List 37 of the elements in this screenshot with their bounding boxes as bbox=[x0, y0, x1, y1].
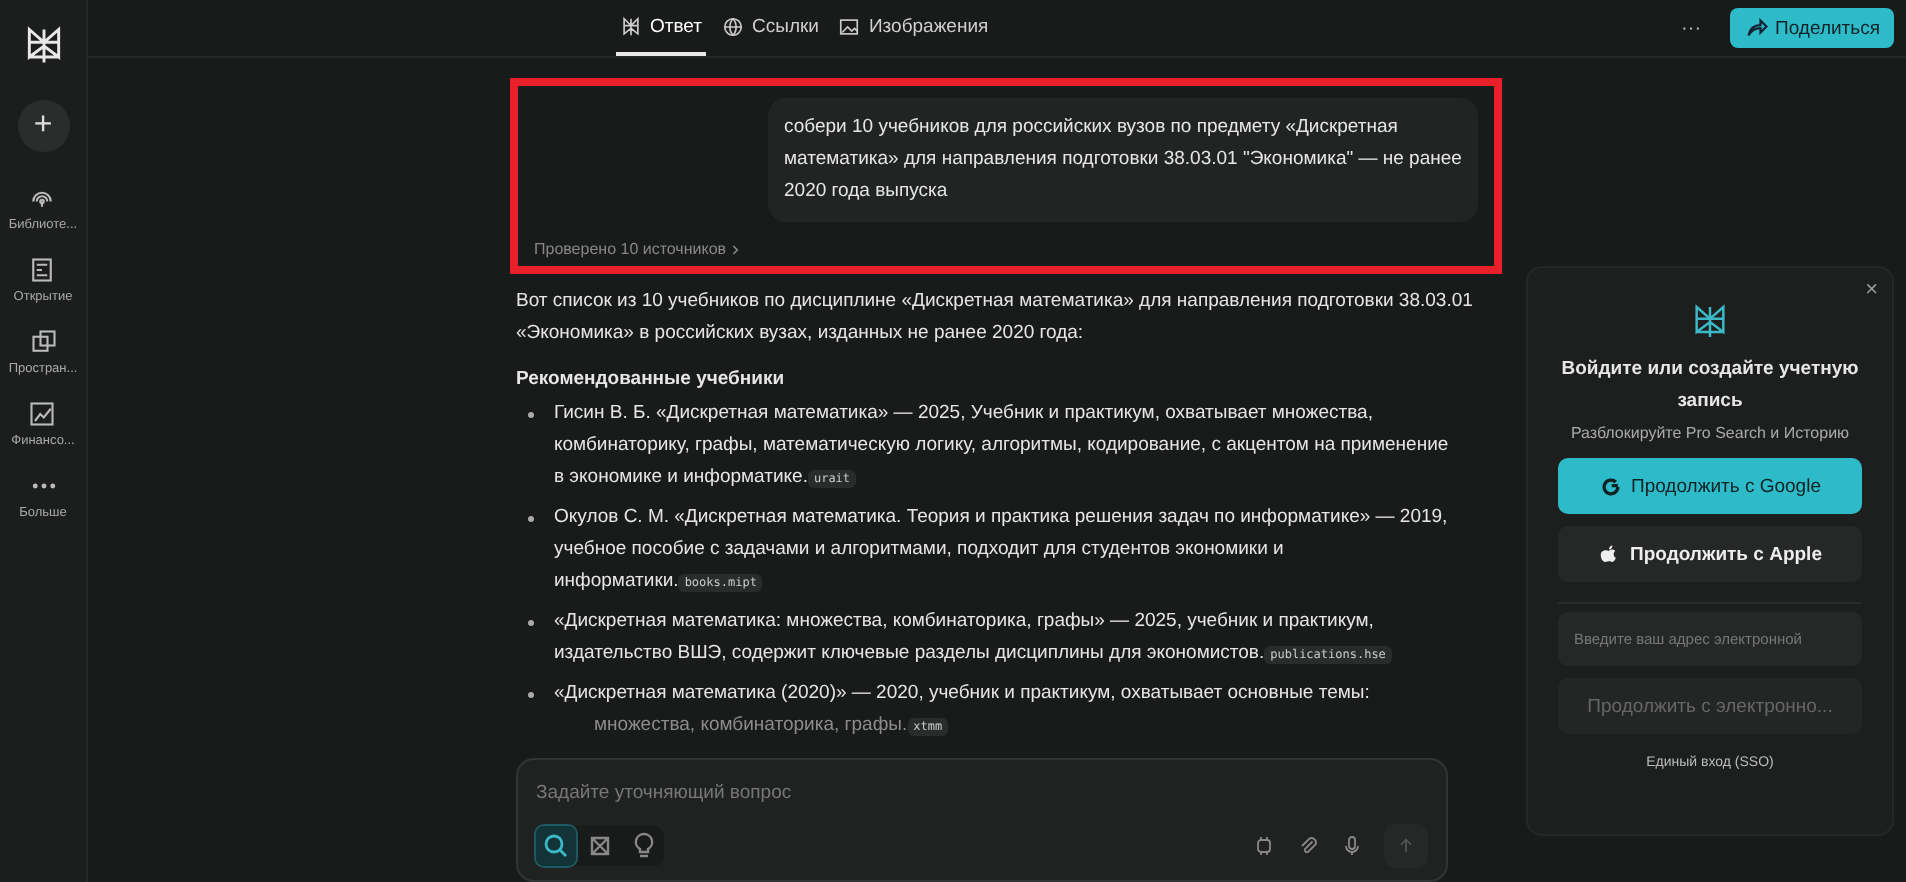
apple-icon bbox=[1598, 543, 1621, 565]
login-subtitle: Разблокируйте Pro Search и Историю bbox=[1570, 424, 1850, 442]
tab[interactable]: Ответ bbox=[616, 0, 706, 56]
book-entry: «Дискретная математика (2020)» — 2020, учебник и практикум, охватывает основные темы: bbox=[554, 680, 1370, 708]
share-icon bbox=[1743, 16, 1768, 40]
microphone-icon[interactable] bbox=[1340, 834, 1364, 858]
answer-text: Вот список из 10 учебников по дисциплине «Дискретная математика» для направления подготовки 38.03.01 «Экономика» в российских вузах, изданных не ранее 2020 года: bbox=[516, 288, 1475, 348]
list-bullet-icon bbox=[528, 412, 534, 418]
layers-icon[interactable] bbox=[29, 328, 57, 356]
tab[interactable]: Изображения bbox=[834, 0, 993, 56]
apple-button[interactable]: Продолжить с Apple bbox=[1558, 526, 1862, 582]
logo-icon bbox=[1690, 302, 1730, 342]
list-bullet-icon bbox=[528, 516, 534, 522]
chart-icon[interactable] bbox=[28, 400, 57, 428]
arrow-up-icon bbox=[1396, 836, 1416, 856]
login-title: Войдите или создайте учетную запись bbox=[1559, 356, 1861, 416]
list-bullet-icon bbox=[528, 620, 534, 626]
search-icon[interactable] bbox=[536, 826, 576, 866]
logo-icon bbox=[620, 15, 642, 37]
chip-icon[interactable] bbox=[1252, 834, 1276, 858]
more-button[interactable]: ··· bbox=[1681, 17, 1702, 39]
chevron-right-icon bbox=[732, 243, 741, 255]
document-icon[interactable] bbox=[28, 256, 57, 284]
tab[interactable]: Ссылки bbox=[718, 0, 823, 56]
google-button[interactable]: Продолжить с Google bbox=[1558, 458, 1862, 514]
sources-link[interactable]: Проверено 10 источников bbox=[534, 240, 727, 258]
share-button[interactable]: Поделиться bbox=[1729, 8, 1894, 48]
new-thread-button[interactable]: + bbox=[17, 100, 69, 152]
question-field[interactable]: Задайте уточняющий вопрос bbox=[536, 782, 1428, 804]
google-icon bbox=[1599, 475, 1621, 497]
user-query: собери 10 учебников для российских вузов по предмету «Дискретная математика» для направления подготовки 38.03.01 "Экономика" — не ранее 2020 года выпуска bbox=[768, 98, 1478, 222]
image-icon bbox=[838, 15, 861, 37]
section-heading: Рекомендованные учебники bbox=[516, 368, 787, 390]
close-button[interactable]: × bbox=[1865, 278, 1878, 302]
paperclip-icon[interactable] bbox=[1296, 834, 1320, 858]
globe-icon bbox=[722, 15, 744, 37]
list-bullet-icon bbox=[528, 692, 534, 698]
